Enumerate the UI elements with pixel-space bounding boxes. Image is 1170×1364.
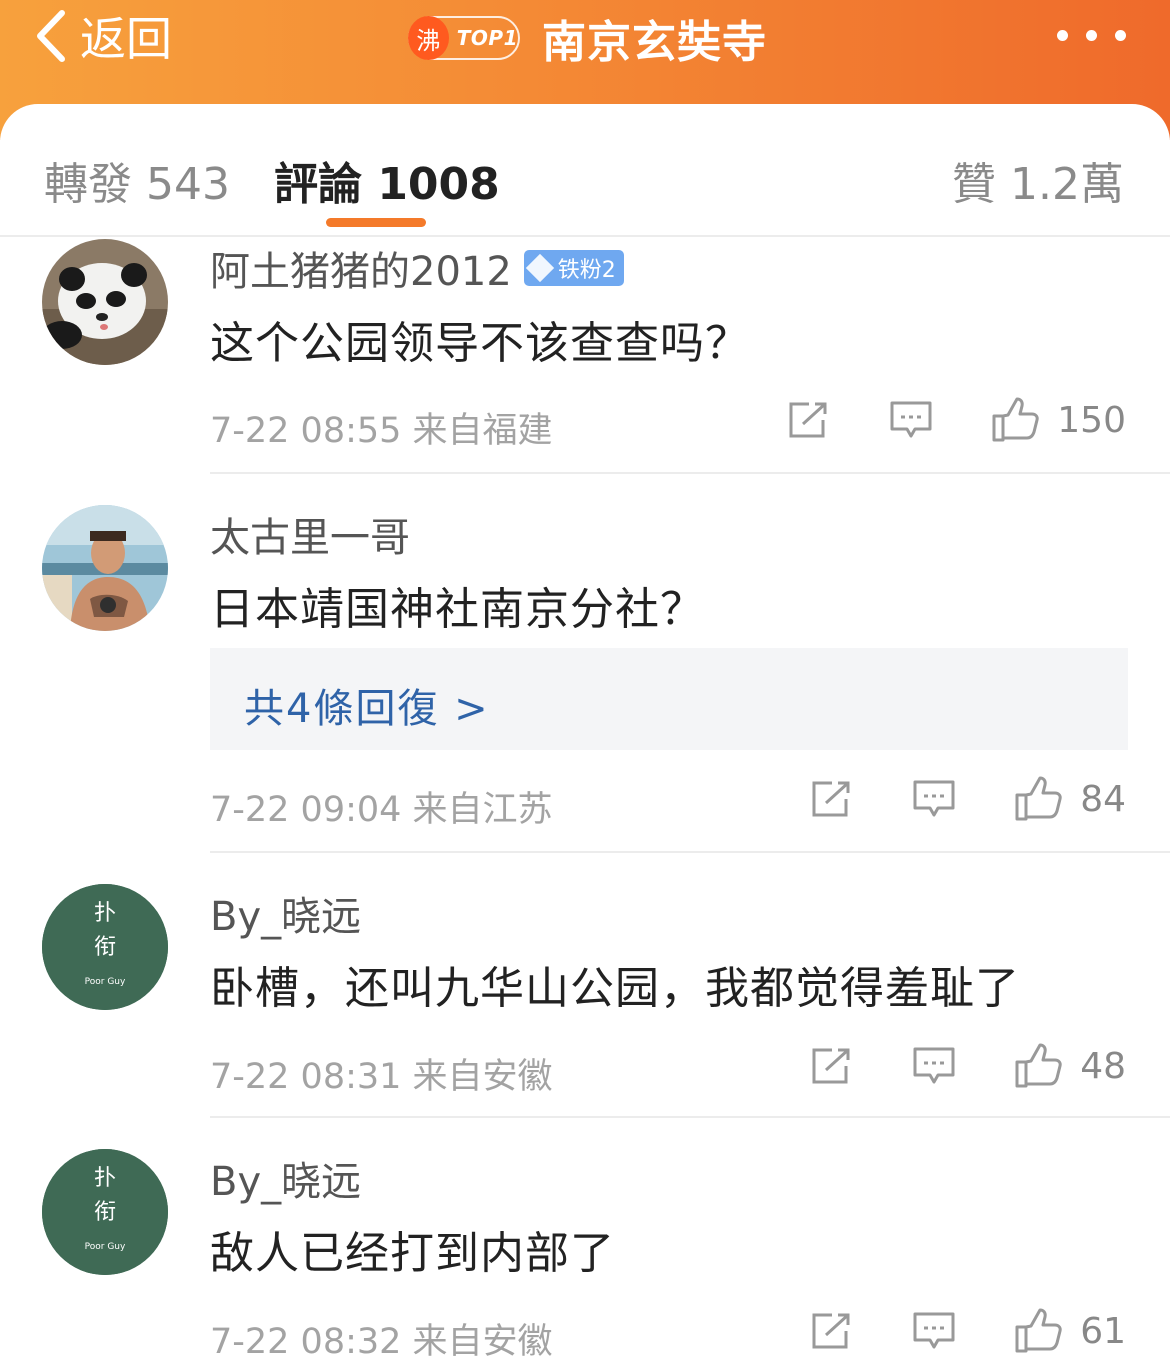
like-count: 150 <box>1057 399 1126 441</box>
comment-author-row: By_晓远 <box>210 884 361 942</box>
comment-meta: 7-22 08:32 来自安徽 <box>210 1322 553 1362</box>
reply-button[interactable] <box>912 1311 956 1351</box>
like-button[interactable]: 84 <box>1014 776 1126 822</box>
back-label: 返回 <box>80 12 172 66</box>
hot-rank-badge: 沸 TOP1 <box>408 16 520 60</box>
person-avatar-image <box>42 505 168 631</box>
avatar[interactable] <box>42 505 168 631</box>
reply-button[interactable] <box>912 1046 956 1086</box>
avatar-char-2: 衔 <box>94 935 116 960</box>
thumbs-up-icon <box>1015 1043 1062 1088</box>
fan-badge-label: 铁粉2 <box>557 258 616 283</box>
comment-author[interactable]: 太古里一哥 <box>210 505 410 563</box>
avatar-caption: Poor Guy <box>85 1242 126 1252</box>
comment-meta: 7-22 08:55 来自福建 <box>210 411 553 451</box>
like-button[interactable]: 48 <box>1014 1043 1126 1089</box>
comment-author-row: 阿土猪猪的2012 铁粉2 <box>210 239 624 297</box>
reply-button[interactable] <box>912 779 956 819</box>
title-group: 沸 TOP1 南京玄奘寺 <box>408 8 767 68</box>
comment-icon <box>913 1312 955 1349</box>
reply-button[interactable] <box>889 400 933 440</box>
active-tab-indicator <box>326 218 426 227</box>
thumbs-up-icon <box>1015 1308 1062 1353</box>
tab-repost[interactable]: 轉發 543 <box>44 148 230 212</box>
like-count: 61 <box>1080 1310 1126 1352</box>
more-dot-icon <box>1057 30 1068 41</box>
text-avatar-image: 扑 衔 Poor Guy <box>42 1149 168 1275</box>
comment-meta: 7-22 08:31 来自安徽 <box>210 1057 553 1097</box>
more-dot-icon <box>1115 30 1126 41</box>
like-button[interactable]: 61 <box>1014 1308 1126 1354</box>
comment-author-row: 太古里一哥 <box>210 505 410 563</box>
comment-actions: 61 <box>810 1308 1126 1354</box>
comment-icon <box>913 780 955 817</box>
comment-author[interactable]: 阿土猪猪的2012 <box>210 239 512 297</box>
comment-author-row: By_晓远 <box>210 1149 361 1207</box>
avatar-caption: Poor Guy <box>85 977 126 987</box>
comment-actions: 150 <box>787 397 1126 443</box>
comment-actions: 48 <box>810 1043 1126 1089</box>
comment-divider <box>210 472 1170 474</box>
share-icon <box>812 781 850 817</box>
chevron-left-icon <box>37 10 65 62</box>
comment-meta: 7-22 09:04 来自江苏 <box>210 790 553 830</box>
avatar-char-1: 扑 <box>94 1166 116 1191</box>
avatar[interactable]: 扑 衔 Poor Guy <box>42 1149 168 1275</box>
comment-text: 日本靖国神社南京分社？ <box>210 584 705 635</box>
share-button[interactable] <box>787 400 831 440</box>
share-icon <box>789 402 827 438</box>
hot-icon: 沸 <box>408 16 449 60</box>
avatar-char-2: 衔 <box>94 1200 116 1225</box>
share-button[interactable] <box>810 1311 854 1351</box>
share-icon <box>812 1313 850 1349</box>
avatar[interactable] <box>42 239 168 365</box>
tab-bar: 轉發 543 評論 1008 贊 1.2萬 <box>0 104 1170 237</box>
thumbs-up-icon <box>992 397 1039 442</box>
diamond-icon <box>525 253 554 283</box>
fan-badge: 铁粉2 <box>523 250 624 286</box>
comment-divider <box>210 1116 1170 1118</box>
like-button[interactable]: 150 <box>991 397 1126 443</box>
share-button[interactable] <box>810 1046 854 1086</box>
thumbs-up-icon <box>1015 776 1062 821</box>
share-icon <box>812 1048 850 1084</box>
comment-author[interactable]: By_晓远 <box>210 1149 361 1207</box>
comment-actions: 84 <box>810 776 1126 822</box>
comment-text: 敌人已经打到内部了 <box>210 1228 615 1279</box>
comment-divider <box>210 851 1170 853</box>
view-replies-link[interactable]: 共4條回復 > <box>244 676 490 734</box>
text-avatar-image: 扑 衔 Poor Guy <box>42 884 168 1010</box>
more-dot-icon <box>1086 30 1097 41</box>
like-count: 84 <box>1080 778 1126 820</box>
comment-author[interactable]: By_晓远 <box>210 884 361 942</box>
comment-icon <box>913 1047 955 1084</box>
panda-avatar-image <box>42 239 168 365</box>
page-title: 南京玄奘寺 <box>542 17 767 68</box>
comment-icon <box>890 401 932 438</box>
avatar[interactable]: 扑 衔 Poor Guy <box>42 884 168 1010</box>
comment-text: 卧槽，还叫九华山公园，我都觉得羞耻了 <box>210 963 1020 1014</box>
tab-comment[interactable]: 評論 1008 <box>274 148 500 212</box>
share-button[interactable] <box>810 779 854 819</box>
back-button[interactable]: 返回 <box>34 6 172 66</box>
hot-rank-label: TOP1 <box>456 26 518 50</box>
more-menu-button[interactable] <box>1057 30 1126 41</box>
avatar-char-1: 扑 <box>94 901 116 926</box>
replies-panel[interactable]: 共4條回復 > <box>210 648 1128 750</box>
comment-text: 这个公园领导不该查查吗？ <box>210 318 750 369</box>
like-count: 48 <box>1080 1045 1126 1087</box>
tab-like[interactable]: 贊 1.2萬 <box>952 148 1124 212</box>
